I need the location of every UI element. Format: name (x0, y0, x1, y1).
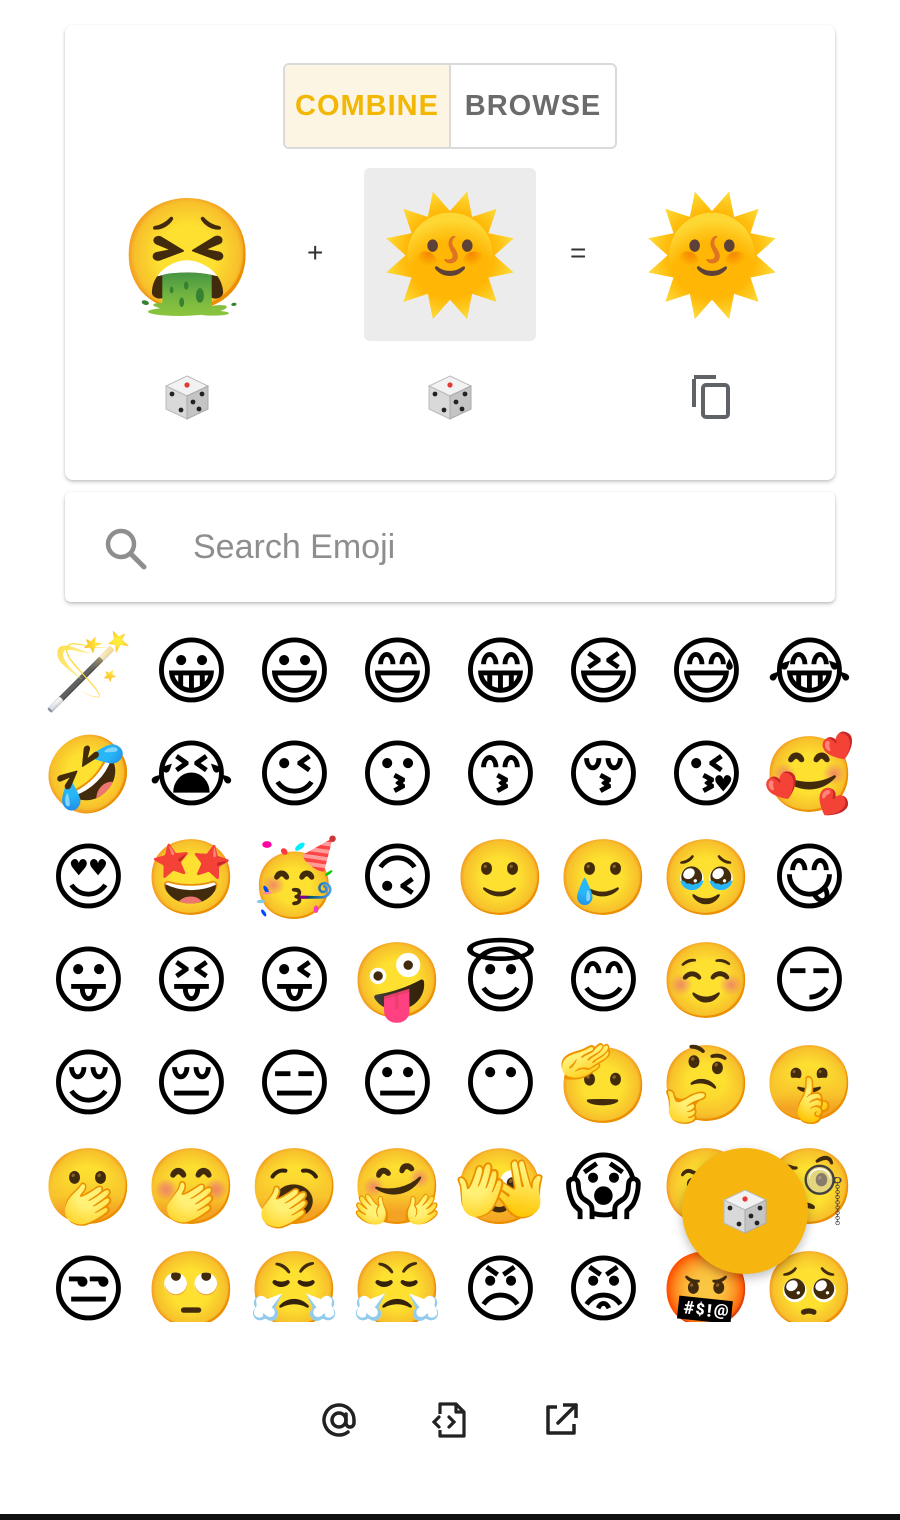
emoji-grid-item[interactable]: 🫣 (449, 1135, 552, 1238)
emoji-grid-item[interactable]: 😡 (552, 1238, 655, 1323)
emoji-grid-item[interactable]: 😘 (655, 723, 758, 826)
tab-browse[interactable]: BROWSE (451, 65, 615, 147)
emoji-grid-item[interactable]: 🥲 (552, 826, 655, 929)
emoji-grid-item[interactable]: 😁 (449, 620, 552, 723)
emoji-grid-item[interactable]: 😂 (758, 620, 861, 723)
emoji-grid-item[interactable]: 🤭 (140, 1135, 243, 1238)
combine-card: COMBINE BROWSE 🤮 + 🌞 = 🌞 (65, 25, 835, 480)
emoji-grid-item[interactable]: 😊 (552, 929, 655, 1032)
source-code-button[interactable] (428, 1398, 472, 1442)
dice-icon (722, 1189, 768, 1234)
emoji-grid-item[interactable]: 🫡 (552, 1032, 655, 1135)
emoji-grid-item[interactable]: 😔 (140, 1032, 243, 1135)
tab-combine[interactable]: COMBINE (285, 65, 451, 147)
emoji-grid-item[interactable]: 🙂 (449, 826, 552, 929)
emoji-grid-item[interactable]: 🤩 (140, 826, 243, 929)
emoji-grid-item[interactable]: 🥹 (655, 826, 758, 929)
search-bar (65, 492, 835, 602)
emoji-grid-item[interactable]: 😆 (552, 620, 655, 723)
emoji-grid-item[interactable]: 😍 (37, 826, 140, 929)
right-emoji-slot[interactable]: 🌞 (364, 168, 536, 341)
open-external-icon (546, 1403, 578, 1435)
emoji-grid-item[interactable]: ☺️ (655, 929, 758, 1032)
emoji-grid-item[interactable]: 😚 (552, 723, 655, 826)
left-emoji-slot[interactable]: 🤮 (115, 170, 260, 340)
emoji-grid-item[interactable]: 🤫 (758, 1032, 861, 1135)
emoji-grid-item[interactable]: 🪄 (37, 620, 140, 723)
emoji-grid-item[interactable]: 😏 (758, 929, 861, 1032)
dice-icon (164, 375, 210, 420)
emoji-grid-item[interactable]: 😗 (346, 723, 449, 826)
emoji-grid-item[interactable]: 🥱 (243, 1135, 346, 1238)
mode-toggle: COMBINE BROWSE (283, 63, 617, 149)
plus-sign: + (307, 237, 324, 268)
emoji-grid-item[interactable]: 🤣 (37, 723, 140, 826)
emoji-grid-item[interactable]: 🥳 (243, 826, 346, 929)
result-emoji: 🌞 (643, 191, 781, 319)
emoji-grid-item[interactable]: 😋 (758, 826, 861, 929)
emoji-grid-item[interactable]: 😄 (346, 620, 449, 723)
emoji-grid-item[interactable]: 🫢 (37, 1135, 140, 1238)
emoji-grid-item[interactable]: 🤔 (655, 1032, 758, 1135)
randomize-left-button[interactable] (157, 367, 217, 427)
emoji-grid-item[interactable]: 😠 (449, 1238, 552, 1323)
emoji-grid-item[interactable]: 😭 (140, 723, 243, 826)
emoji-grid-item[interactable]: 😑 (243, 1032, 346, 1135)
emoji-grid-item[interactable]: 😙 (449, 723, 552, 826)
random-combo-fab[interactable] (682, 1148, 808, 1274)
emoji-grid-item[interactable]: 😶 (449, 1032, 552, 1135)
emoji-grid-item[interactable]: 😤 (243, 1238, 346, 1323)
search-input[interactable] (193, 512, 793, 582)
emoji-grid-item[interactable]: 😱 (552, 1135, 655, 1238)
dice-icon (427, 375, 473, 420)
copy-icon (692, 375, 730, 419)
right-emoji: 🌞 (381, 190, 519, 319)
emoji-grid-item[interactable]: 🥰 (758, 723, 861, 826)
result-emoji-slot[interactable]: 🌞 (637, 170, 787, 340)
left-emoji: 🤮 (119, 191, 256, 319)
emoji-grid-item[interactable]: 😛 (37, 929, 140, 1032)
copy-result-button[interactable] (682, 367, 742, 427)
emoji-grid-item[interactable]: 😉 (243, 723, 346, 826)
system-nav-bar (0, 1514, 900, 1520)
search-icon (105, 528, 147, 570)
randomize-right-button[interactable] (420, 367, 480, 427)
emoji-grid-item[interactable]: 🙃 (346, 826, 449, 929)
emoji-grid-item[interactable]: 😃 (243, 620, 346, 723)
emoji-grid-item[interactable]: 🤪 (346, 929, 449, 1032)
at-icon (322, 1403, 356, 1437)
emoji-grid-item[interactable]: 😝 (140, 929, 243, 1032)
contact-button[interactable] (317, 1398, 361, 1442)
emoji-grid-item[interactable]: 😤 (346, 1238, 449, 1323)
emoji-grid-item[interactable]: 😐 (346, 1032, 449, 1135)
emoji-grid-item[interactable]: 😜 (243, 929, 346, 1032)
emoji-grid-item[interactable]: 😇 (449, 929, 552, 1032)
emoji-grid-item[interactable]: 🤗 (346, 1135, 449, 1238)
emoji-grid-item[interactable]: 😌 (37, 1032, 140, 1135)
emoji-grid-item[interactable]: 😀 (140, 620, 243, 723)
emoji-grid-item[interactable]: 😒 (37, 1238, 140, 1323)
emoji-grid-item[interactable]: 😅 (655, 620, 758, 723)
emoji-grid-item[interactable]: 🙄 (140, 1238, 243, 1323)
open-external-button[interactable] (539, 1398, 583, 1442)
equals-sign: = (570, 237, 587, 268)
code-file-icon (431, 1402, 466, 1438)
